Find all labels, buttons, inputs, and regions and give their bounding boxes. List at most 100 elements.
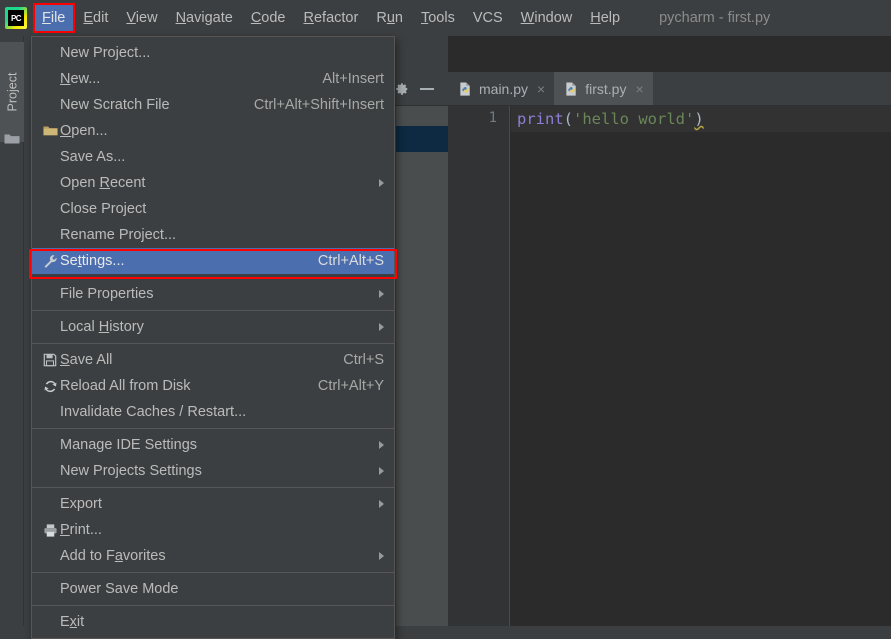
menu-separator <box>32 428 394 429</box>
menu-item-shortcut: Ctrl+Alt+Shift+Insert <box>253 97 384 113</box>
editor-tab-first-py[interactable]: first.py × <box>554 72 653 105</box>
menu-separator <box>32 572 394 573</box>
menu-item-label: New Scratch File <box>60 97 170 113</box>
menu-item-label: Save All <box>60 352 113 368</box>
menubar-item-file[interactable]: File <box>33 4 75 32</box>
menubar-item-edit[interactable]: Edit <box>74 5 117 32</box>
code-token-close-paren: ) <box>694 110 704 128</box>
menu-item-label: Print... <box>60 522 102 538</box>
menu-item-shortcut: Alt+Insert <box>322 71 384 87</box>
menu-item-exit[interactable]: Exit <box>32 609 394 635</box>
chevron-right-icon <box>379 441 384 449</box>
menu-item-reload-all-from-disk[interactable]: Reload All from Disk Ctrl+Alt+Y <box>32 373 394 399</box>
menu-item-shortcut: Ctrl+Alt+S <box>317 253 384 269</box>
menu-item-label: Exit <box>60 614 85 630</box>
project-tool-window-button[interactable]: Project <box>0 42 24 142</box>
menu-separator <box>32 605 394 606</box>
close-icon[interactable]: × <box>635 82 643 96</box>
menu-item-save-all[interactable]: Save All Ctrl+S <box>32 347 394 373</box>
menu-item-add-to-favorites[interactable]: Add to Favorites <box>32 543 394 569</box>
menu-item-label: Invalidate Caches / Restart... <box>60 404 247 420</box>
menu-item-manage-ide-settings[interactable]: Manage IDE Settings <box>32 432 394 458</box>
project-tree[interactable] <box>396 72 448 626</box>
menubar-item-vcs[interactable]: VCS <box>464 5 512 32</box>
menu-item-label: Local History <box>60 319 144 335</box>
editor-code-area[interactable]: print('hello world') <box>511 106 891 626</box>
menu-item-label: Power Save Mode <box>60 581 179 597</box>
menu-item-export[interactable]: Export <box>32 491 394 517</box>
code-line-1[interactable]: print('hello world') <box>511 106 891 132</box>
menu-item-local-history[interactable]: Local History <box>32 314 394 340</box>
menu-item-new-scratch-file[interactable]: New Scratch File Ctrl+Alt+Shift+Insert <box>32 92 394 118</box>
menu-separator <box>32 310 394 311</box>
chevron-right-icon <box>379 467 384 475</box>
chevron-right-icon <box>379 179 384 187</box>
menu-item-new[interactable]: New... Alt+Insert <box>32 66 394 92</box>
code-token-function: print <box>517 110 564 128</box>
pycharm-logo-icon: PC <box>5 7 27 29</box>
python-file-icon <box>564 81 579 97</box>
menu-item-open[interactable]: Open... <box>32 118 394 144</box>
menu-item-label: Open... <box>60 123 108 139</box>
menu-item-close-project[interactable]: Close Project <box>32 196 394 222</box>
menu-item-label: File Properties <box>60 286 154 302</box>
folder-icon <box>40 125 60 137</box>
editor-tab-main-py[interactable]: main.py × <box>448 72 554 105</box>
minimize-icon[interactable] <box>420 88 434 90</box>
menubar-item-window[interactable]: Window <box>512 5 582 32</box>
menubar-item-help[interactable]: Help <box>581 5 629 32</box>
chevron-right-icon <box>379 323 384 331</box>
chevron-right-icon <box>379 552 384 560</box>
menubar-item-tools[interactable]: Tools <box>412 5 464 32</box>
project-tree-selected-item[interactable] <box>396 126 448 152</box>
menu-separator <box>32 343 394 344</box>
editor-tab-bar: main.py × first.py × <box>448 72 891 106</box>
menu-separator <box>32 277 394 278</box>
menu-item-rename-project[interactable]: Rename Project... <box>32 222 394 248</box>
menu-item-label: New Projects Settings <box>60 463 202 479</box>
menu-item-open-recent[interactable]: Open Recent <box>32 170 394 196</box>
folder-icon[interactable] <box>4 133 20 145</box>
menu-item-label: Settings... <box>60 253 125 269</box>
code-token-string: 'hello world' <box>573 110 695 128</box>
menu-item-save-as[interactable]: Save As... <box>32 144 394 170</box>
menu-item-shortcut: Ctrl+S <box>343 352 384 368</box>
menu-item-label: Add to Favorites <box>60 548 166 564</box>
menu-item-new-projects-settings[interactable]: New Projects Settings <box>32 458 394 484</box>
editor-tab-label: first.py <box>585 80 627 97</box>
window-title: pycharm - first.py <box>659 10 771 26</box>
menubar-item-code[interactable]: Code <box>242 5 295 32</box>
menu-item-new-project[interactable]: New Project... <box>32 40 394 66</box>
menubar-item-refactor[interactable]: Refactor <box>295 5 368 32</box>
menu-bar: PC File Edit View Navigate Code Refactor Run To… <box>0 0 891 36</box>
editor-tab-label: main.py <box>479 80 529 97</box>
chevron-right-icon <box>379 500 384 508</box>
menu-item-invalidate-caches-restart[interactable]: Invalidate Caches / Restart... <box>32 399 394 425</box>
wrench-icon <box>40 254 60 269</box>
pycharm-window: PC File Edit View Navigate Code Refactor Run To… <box>0 0 891 639</box>
chevron-right-icon <box>379 290 384 298</box>
menu-item-label: Manage IDE Settings <box>60 437 198 453</box>
menu-item-power-save-mode[interactable]: Power Save Mode <box>32 576 394 602</box>
menubar-item-run[interactable]: Run <box>367 5 412 32</box>
project-tool-window-label: Project <box>5 72 19 112</box>
menu-item-label: Close Project <box>60 201 147 217</box>
menubar-item-view[interactable]: View <box>117 5 166 32</box>
gear-icon[interactable] <box>395 82 409 96</box>
editor-gutter: 1 <box>448 106 510 626</box>
file-dropdown-menu[interactable]: New Project... New... Alt+Insert New Scratc… <box>31 36 395 639</box>
menu-item-label: Rename Project... <box>60 227 177 243</box>
menu-item-print[interactable]: Print... <box>32 517 394 543</box>
menu-separator <box>32 487 394 488</box>
print-icon <box>40 523 60 538</box>
menu-item-file-properties[interactable]: File Properties <box>32 281 394 307</box>
python-file-icon <box>458 81 473 97</box>
menu-item-shortcut: Ctrl+Alt+Y <box>317 378 384 394</box>
reload-icon <box>40 379 60 394</box>
close-icon[interactable]: × <box>537 82 545 96</box>
menu-item-settings[interactable]: Settings... Ctrl+Alt+S <box>32 248 394 274</box>
menu-item-label: Reload All from Disk <box>60 378 191 394</box>
menu-item-label: Save As... <box>60 149 126 165</box>
menubar-item-navigate[interactable]: Navigate <box>167 5 242 32</box>
code-token-open-paren: ( <box>563 110 574 128</box>
